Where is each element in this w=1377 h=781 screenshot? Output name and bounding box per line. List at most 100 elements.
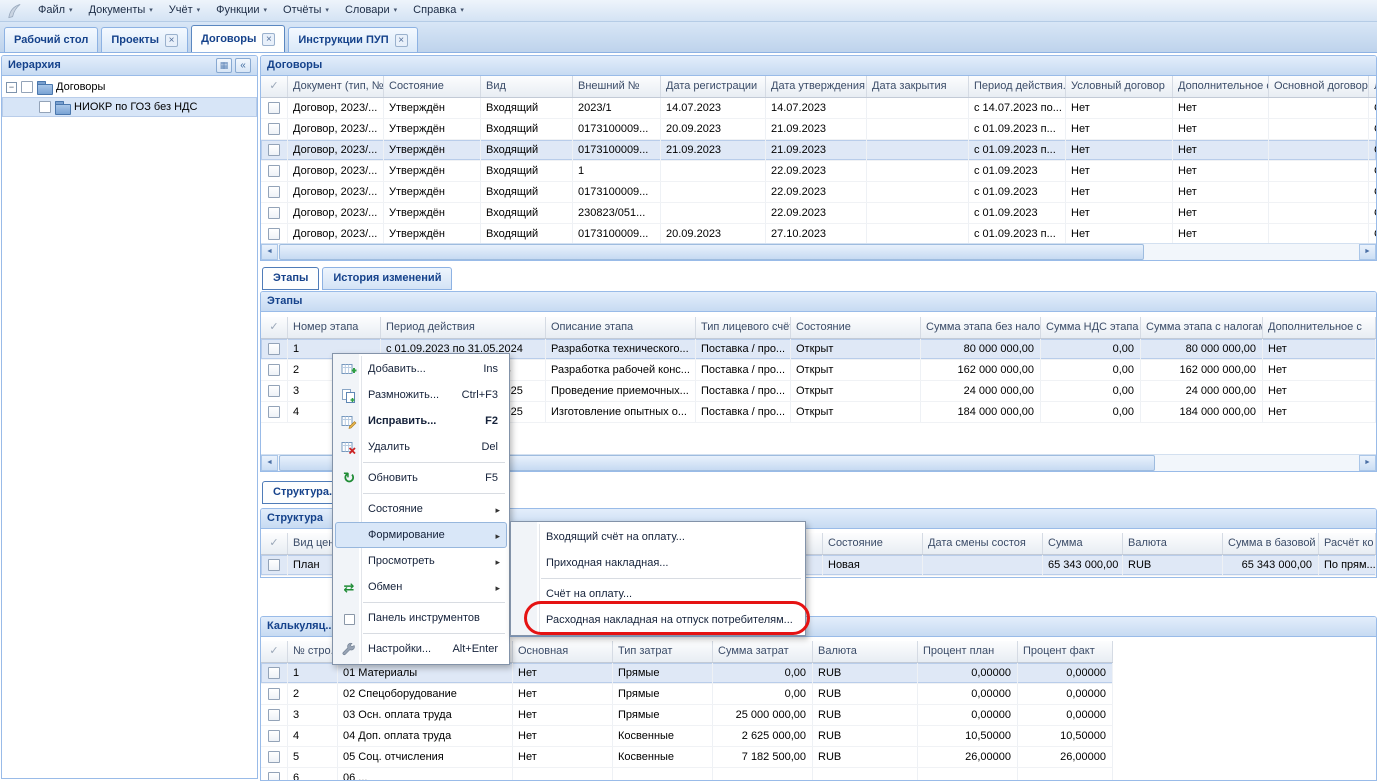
column-header[interactable]: Валюта xyxy=(813,641,918,662)
scroll-left-button[interactable]: ◄ xyxy=(261,455,278,471)
column-header[interactable]: Дополнительное с xyxy=(1263,317,1376,338)
tree-node[interactable]: НИОКР по ГОЗ без НДС xyxy=(2,97,257,117)
column-header[interactable]: Дополнительное с xyxy=(1173,76,1269,97)
row-checkbox[interactable] xyxy=(268,667,280,679)
column-header[interactable]: Номер этапа xyxy=(288,317,381,338)
node-checkbox[interactable] xyxy=(21,81,33,93)
column-header[interactable]: Процент план xyxy=(918,641,1018,662)
menu-item[interactable]: Просмотреть▸ xyxy=(335,548,507,574)
menu-item[interactable]: Размножить...Ctrl+F3 xyxy=(335,382,507,408)
menu-item[interactable]: ⇄Обмен▸ xyxy=(335,574,507,600)
menubar-item[interactable]: Словари▾ xyxy=(337,2,405,19)
menu-item[interactable]: Формирование▸ xyxy=(335,522,507,548)
row-checkbox[interactable] xyxy=(268,406,280,418)
column-header[interactable]: Описание этапа xyxy=(546,317,696,338)
row-checkbox[interactable] xyxy=(268,772,280,781)
column-header[interactable]: Тип лицевого счёт xyxy=(696,317,791,338)
tab[interactable]: История изменений xyxy=(322,267,452,290)
menu-item[interactable]: Приходная накладная... xyxy=(513,550,803,576)
menubar-item[interactable]: Учёт▾ xyxy=(161,2,208,19)
tree-node[interactable]: −Договоры xyxy=(2,77,257,97)
column-header[interactable]: Сумма НДС этапа xyxy=(1041,317,1141,338)
tab[interactable]: Рабочий стол xyxy=(4,27,98,52)
scroll-track[interactable] xyxy=(278,244,1359,260)
row-checkbox[interactable] xyxy=(268,186,280,198)
column-header[interactable]: Состояние xyxy=(823,533,923,554)
row-checkbox[interactable] xyxy=(268,123,280,135)
column-header[interactable]: Дата регистрации xyxy=(661,76,766,97)
table-row[interactable]: 505 Соц. отчисленияНетКосвенные7 182 500… xyxy=(261,747,1113,768)
table-row[interactable]: 606 ... xyxy=(261,768,1113,781)
close-tab-icon[interactable]: × xyxy=(262,33,275,46)
row-checkbox[interactable] xyxy=(268,730,280,742)
row-checkbox[interactable] xyxy=(268,559,280,571)
menu-item[interactable]: Состояние▸ xyxy=(335,496,507,522)
column-header[interactable]: Дата утверждения xyxy=(766,76,867,97)
column-header[interactable]: Основной договор xyxy=(1269,76,1369,97)
column-header[interactable]: Внешний № xyxy=(573,76,661,97)
table-row[interactable]: Договор, 2023/...УтверждёнВходящий2023/1… xyxy=(261,98,1376,119)
column-header[interactable]: Период действия xyxy=(381,317,546,338)
menubar-item[interactable]: Справка▾ xyxy=(405,2,472,19)
menu-item[interactable]: Настройки...Alt+Enter xyxy=(335,636,507,662)
table-row[interactable]: Договор, 2023/...УтверждёнВходящий017310… xyxy=(261,119,1376,140)
column-header[interactable]: Основная xyxy=(513,641,613,662)
row-checkbox[interactable] xyxy=(268,688,280,700)
column-header[interactable]: Процент факт xyxy=(1018,641,1113,662)
tab[interactable]: Договоры× xyxy=(191,25,285,52)
menu-item[interactable]: УдалитьDel xyxy=(335,434,507,460)
table-row[interactable]: 404 Доп. оплата трудаНетКосвенные2 625 0… xyxy=(261,726,1113,747)
menu-item[interactable]: Добавить...Ins xyxy=(335,356,507,382)
menu-item[interactable]: Панель инструментов xyxy=(335,605,507,631)
close-tab-icon[interactable]: × xyxy=(395,34,408,47)
column-header[interactable]: Состояние xyxy=(384,76,481,97)
column-header[interactable]: Л xyxy=(1369,76,1377,97)
column-header[interactable]: Сумма затрат xyxy=(713,641,813,662)
menubar-item[interactable]: Функции▾ xyxy=(208,2,275,19)
scroll-right-button[interactable]: ► xyxy=(1359,455,1376,471)
table-row[interactable]: Договор, 2023/...УтверждёнВходящий017310… xyxy=(261,224,1376,245)
column-header[interactable]: Сумма xyxy=(1043,533,1123,554)
table-row[interactable]: Договор, 2023/...УтверждёнВходящий122.09… xyxy=(261,161,1376,182)
column-header[interactable]: Дата смены состоя xyxy=(923,533,1043,554)
close-tab-icon[interactable]: × xyxy=(165,34,178,47)
menubar-item[interactable]: Отчёты▾ xyxy=(275,2,337,19)
tab[interactable]: Инструкции ПУП× xyxy=(288,27,417,52)
menu-item[interactable]: ↻ОбновитьF5 xyxy=(335,465,507,491)
row-checkbox[interactable] xyxy=(268,144,280,156)
table-row[interactable]: 101 МатериалыНетПрямые0,00RUB0,000000,00… xyxy=(261,663,1113,684)
column-header[interactable]: Вид xyxy=(481,76,573,97)
tab[interactable]: Проекты× xyxy=(101,27,188,52)
node-checkbox[interactable] xyxy=(39,101,51,113)
column-header[interactable]: Документ (тип, № xyxy=(288,76,384,97)
scroll-right-button[interactable]: ► xyxy=(1359,244,1376,260)
row-checkbox[interactable] xyxy=(268,165,280,177)
table-row[interactable]: Договор, 2023/...УтверждёнВходящий017310… xyxy=(261,182,1376,203)
column-header[interactable]: Сумма в базовой в xyxy=(1223,533,1319,554)
table-row[interactable]: Договор, 2023/...УтверждёнВходящий230823… xyxy=(261,203,1376,224)
row-checkbox[interactable] xyxy=(268,751,280,763)
table-row[interactable]: Договор, 2023/...УтверждёнВходящий017310… xyxy=(261,140,1376,161)
column-header[interactable]: Тип затрат xyxy=(613,641,713,662)
row-checkbox[interactable] xyxy=(268,102,280,114)
scroll-left-button[interactable]: ◄ xyxy=(261,244,278,260)
grid-view-icon[interactable]: ▦ xyxy=(216,58,232,73)
row-checkbox[interactable] xyxy=(268,228,280,240)
tab[interactable]: Этапы xyxy=(262,267,319,290)
column-header[interactable]: Сумма этапа с налогами xyxy=(1141,317,1263,338)
menu-item[interactable]: Входящий счёт на оплату... xyxy=(513,524,803,550)
row-checkbox[interactable] xyxy=(268,207,280,219)
column-header[interactable]: Дата закрытия xyxy=(867,76,969,97)
row-checkbox[interactable] xyxy=(268,343,280,355)
tree-expander-icon[interactable]: − xyxy=(6,82,17,93)
collapse-panel-icon[interactable]: « xyxy=(235,58,251,73)
column-header[interactable]: Расчёт ко xyxy=(1319,533,1376,554)
scroll-thumb[interactable] xyxy=(279,244,1144,260)
column-header[interactable]: № стро... xyxy=(288,641,338,662)
menubar-item[interactable]: Файл▾ xyxy=(30,2,81,19)
column-header[interactable]: Период действия... xyxy=(969,76,1066,97)
menu-item[interactable]: Исправить...F2 xyxy=(335,408,507,434)
column-header[interactable]: Состояние xyxy=(791,317,921,338)
column-header[interactable]: Валюта xyxy=(1123,533,1223,554)
row-checkbox[interactable] xyxy=(268,364,280,376)
